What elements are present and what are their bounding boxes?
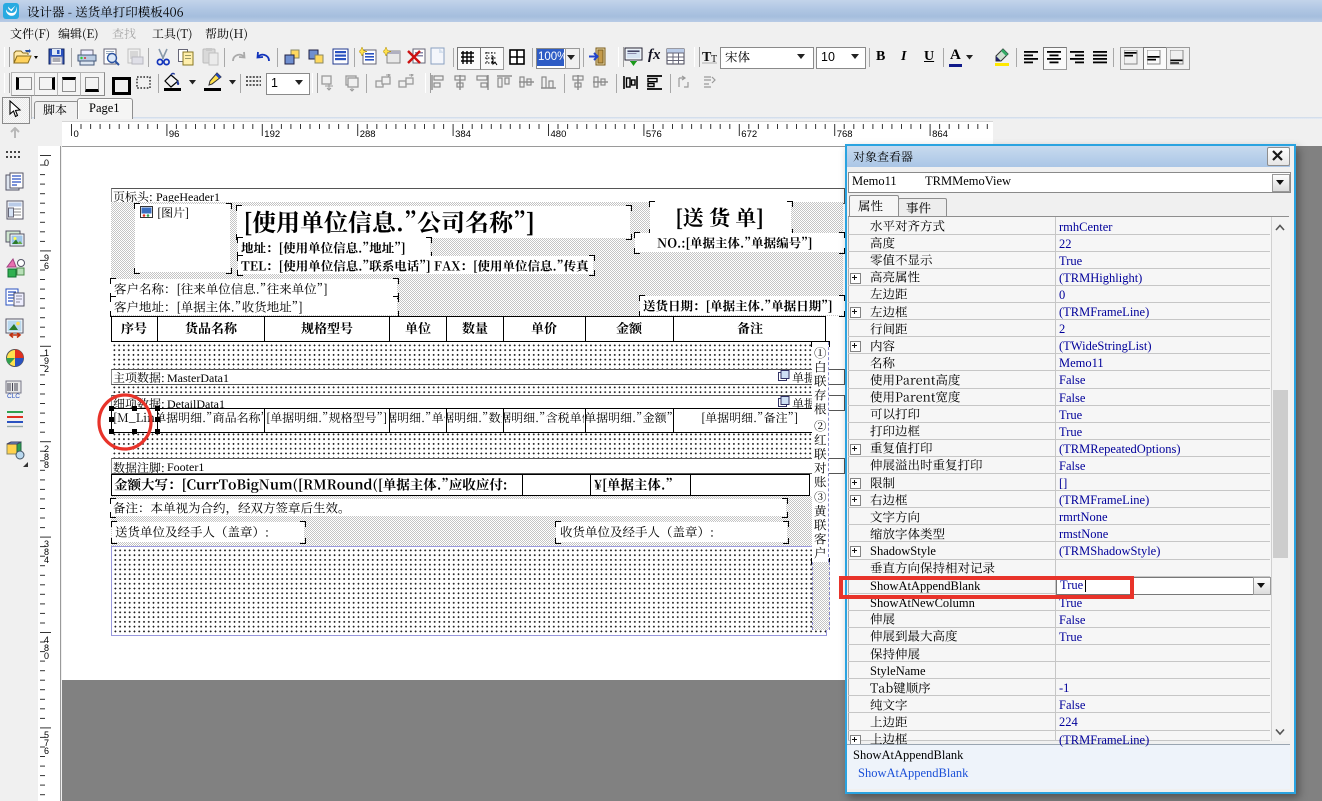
svg-text:CLC: CLC [7,393,20,400]
